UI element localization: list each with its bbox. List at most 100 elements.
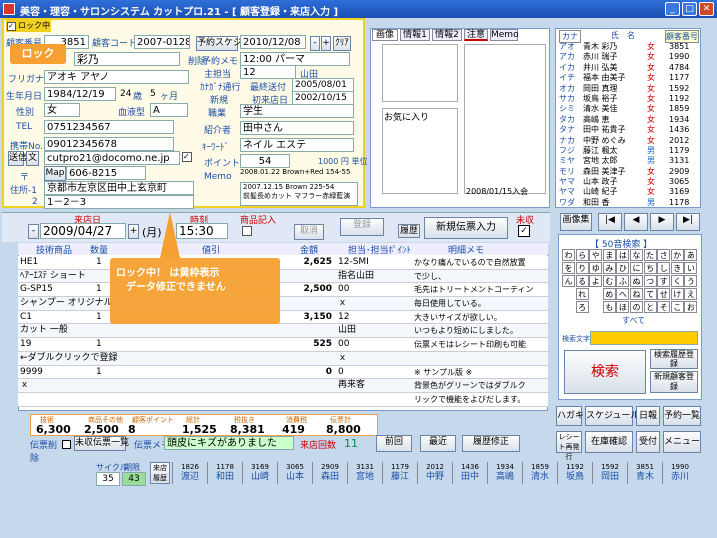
kana-key[interactable]: て bbox=[643, 288, 657, 300]
customer-list-row[interactable]: タカ 高嶋 恵 女 1934 bbox=[557, 115, 699, 125]
schedule-date-field[interactable]: 2010/12/08 bbox=[240, 35, 306, 49]
history-button[interactable]: 履歴 bbox=[398, 224, 420, 238]
delete-slip-checkbox[interactable] bbox=[62, 440, 71, 449]
unpaid-list-button[interactable]: 未収伝票一覧 bbox=[74, 436, 129, 451]
kana-key[interactable]: せ bbox=[657, 288, 671, 300]
reception-button[interactable]: 受付 bbox=[636, 431, 660, 453]
gender-select[interactable]: 女 bbox=[44, 103, 80, 117]
kana-key[interactable]: ふ bbox=[616, 275, 630, 287]
kana-key[interactable]: い bbox=[684, 262, 698, 274]
kana-key[interactable]: み bbox=[602, 262, 616, 274]
history-item[interactable]: 1990 赤川 bbox=[662, 462, 697, 484]
email-check-icon[interactable]: ✓ bbox=[182, 152, 192, 162]
kana-key[interactable]: ん bbox=[562, 275, 575, 287]
kana-key[interactable]: ゆ bbox=[589, 262, 603, 274]
kana-key[interactable]: よ bbox=[589, 275, 603, 287]
point-field[interactable]: 54 bbox=[240, 154, 290, 168]
table-row[interactable]: 9999 1 0 0 ※ サンプル版 ※ bbox=[18, 365, 548, 380]
history-item[interactable]: 3065 山本 bbox=[277, 462, 312, 484]
kana-key[interactable]: ひ bbox=[616, 262, 630, 274]
mail-text-button[interactable]: 文 bbox=[26, 151, 39, 166]
history-item[interactable]: 1592 岡田 bbox=[592, 462, 627, 484]
kana-key[interactable]: あ bbox=[684, 249, 698, 261]
customer-list-row[interactable]: イカ 井川 弘美 女 4784 bbox=[557, 63, 699, 73]
history-item[interactable]: 1826 渡辺 bbox=[172, 462, 207, 484]
kana-key[interactable]: す bbox=[657, 275, 671, 287]
new-slip-button[interactable]: 新規伝票入力 bbox=[424, 217, 508, 239]
kana-key[interactable]: そ bbox=[657, 301, 671, 313]
kana-key[interactable]: の bbox=[630, 301, 643, 313]
furigana-field[interactable]: アオキ アヤノ bbox=[44, 70, 189, 84]
kana-key[interactable]: は bbox=[616, 249, 630, 261]
table-row[interactable]: シャンプー オリジナル ｘ 毎日使用している。 bbox=[18, 297, 548, 311]
tab-info2[interactable]: 情報2 bbox=[432, 29, 462, 41]
reservation-list-button[interactable]: 予約一覧 bbox=[663, 406, 701, 426]
visit-date-next-button[interactable]: + bbox=[128, 224, 139, 239]
map-button[interactable]: Map bbox=[44, 166, 66, 181]
kana-key[interactable]: や bbox=[589, 249, 603, 261]
history-item[interactable]: 1179 藤江 bbox=[382, 462, 417, 484]
kana-key[interactable]: ほ bbox=[616, 301, 630, 313]
table-row[interactable]: リックで機能をよびだします。 bbox=[18, 392, 548, 407]
table-row[interactable]: HE1 1 2,625 12-SMI かなり痛んでいるので自然放置 bbox=[18, 256, 548, 270]
zip-field[interactable]: 606-8215 bbox=[66, 166, 146, 180]
history-item[interactable]: 3169 山崎 bbox=[242, 462, 277, 484]
search-button[interactable]: 検索 bbox=[564, 350, 646, 394]
customer-list-row[interactable]: モリ 森田 美津子 女 2909 bbox=[557, 167, 699, 177]
stock-check-button[interactable]: 在庫確認 bbox=[585, 431, 633, 453]
clear-button[interactable]: ｸﾘｱ bbox=[333, 36, 351, 51]
history-item[interactable]: 2012 中野 bbox=[417, 462, 452, 484]
kana-key[interactable]: さ bbox=[657, 249, 671, 261]
history-item[interactable]: 1436 田中 bbox=[452, 462, 487, 484]
name-field[interactable]: 彩乃 bbox=[74, 52, 180, 66]
kana-key[interactable]: ち bbox=[643, 262, 657, 274]
kana-key[interactable]: を bbox=[562, 262, 575, 274]
caution-memo-box[interactable] bbox=[464, 44, 546, 194]
blood-select[interactable]: A bbox=[150, 103, 188, 117]
search-text-input[interactable] bbox=[590, 331, 698, 345]
history-item[interactable]: 1859 清水 bbox=[522, 462, 557, 484]
kana-key[interactable]: こ bbox=[670, 301, 684, 313]
register-button[interactable]: 登録 bbox=[340, 218, 384, 236]
tab-caution[interactable]: 注意 bbox=[464, 29, 488, 41]
history-item[interactable]: 1192 坂鳥 bbox=[557, 462, 592, 484]
customer-list-row[interactable]: ナカ 中野 めぐみ 女 2012 bbox=[557, 136, 699, 146]
kana-key[interactable]: り bbox=[575, 262, 589, 274]
table-row[interactable]: カット 一般 山田 いつもより短めにしました。 bbox=[18, 324, 548, 339]
email-field[interactable]: cutpro21@docomo.ne.jp bbox=[44, 151, 180, 165]
maximize-button[interactable]: □ bbox=[682, 2, 697, 16]
kana-key[interactable]: え bbox=[684, 288, 698, 300]
image-collection-button[interactable]: 画像集 bbox=[560, 213, 592, 231]
last-record-button[interactable]: ▶| bbox=[676, 213, 700, 231]
minimize-button[interactable]: _ bbox=[665, 2, 680, 16]
goods-checkbox[interactable] bbox=[242, 226, 252, 236]
visit-history-button[interactable]: 来店履歴 bbox=[150, 462, 170, 484]
introducer-field[interactable]: 田中さん bbox=[240, 121, 354, 135]
history-item[interactable]: 3851 青木 bbox=[627, 462, 662, 484]
next-record-button[interactable]: ▶ bbox=[650, 213, 674, 231]
table-row[interactable]: ←ダブルクリックで登録 ｘ bbox=[18, 351, 548, 366]
mobile-field[interactable]: 09012345678 bbox=[44, 137, 174, 151]
kana-key[interactable]: ま bbox=[602, 249, 616, 261]
kana-key[interactable]: た bbox=[643, 249, 657, 261]
tel-field[interactable]: 0751234567 bbox=[44, 120, 174, 134]
history-item[interactable]: 2909 森田 bbox=[312, 462, 347, 484]
customer-list-row[interactable]: オカ 岡田 真理 女 1592 bbox=[557, 84, 699, 94]
prev-visit-button[interactable]: 前回 bbox=[376, 435, 412, 452]
kana-key[interactable]: に bbox=[630, 262, 643, 274]
table-row[interactable]: 19 1 525 00 伝票メモはレシート印刷も可能 bbox=[18, 338, 548, 352]
kana-all-button[interactable]: すべて bbox=[622, 315, 645, 326]
kana-key[interactable]: ら bbox=[575, 249, 589, 261]
customer-list-row[interactable]: サカ 坂鳥 裕子 女 1192 bbox=[557, 94, 699, 104]
latest-visit-button[interactable]: 最近 bbox=[420, 435, 456, 452]
new-customer-button[interactable]: 新規顧客登録 bbox=[650, 371, 698, 393]
customer-list-row[interactable]: アカ 赤川 瑞子 女 1990 bbox=[557, 52, 699, 62]
kana-key[interactable]: め bbox=[602, 288, 616, 300]
schedule-button[interactable]: 予約スケジュール bbox=[196, 36, 268, 51]
stylist-select[interactable]: 12 bbox=[240, 65, 296, 79]
visit-date-prev-button[interactable]: - bbox=[28, 224, 39, 239]
close-button[interactable]: ✕ bbox=[699, 2, 714, 16]
kana-key[interactable]: る bbox=[575, 275, 589, 287]
kana-key[interactable]: ぬ bbox=[630, 275, 643, 287]
keyword-field[interactable]: ネイル エステ bbox=[240, 138, 354, 152]
